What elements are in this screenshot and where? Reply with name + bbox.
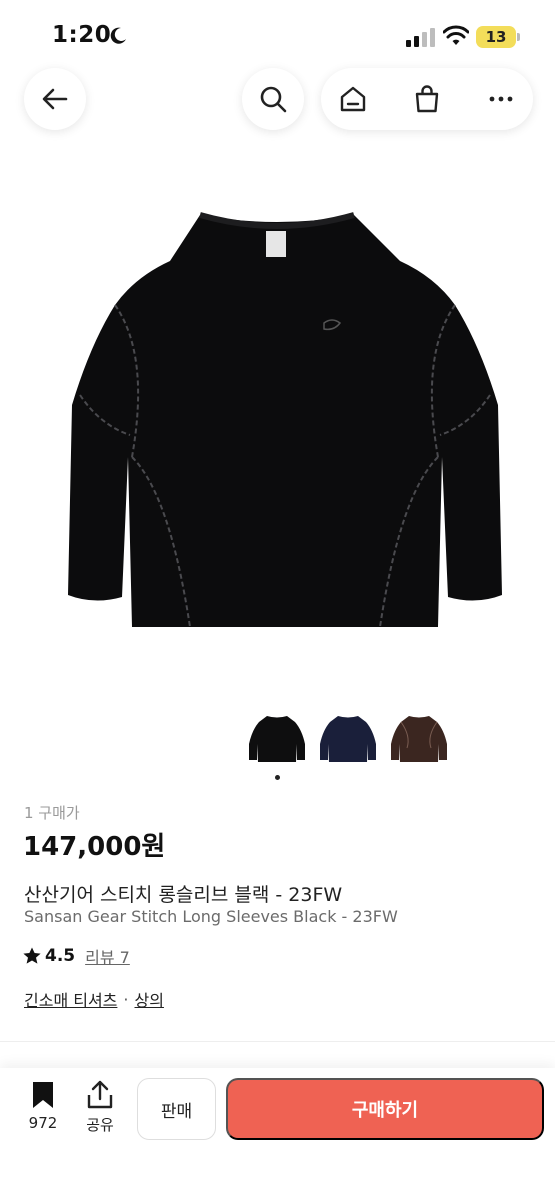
moon-icon [110,27,126,44]
review-link[interactable]: 리뷰 7 [85,944,130,968]
bookmark-icon [33,1082,53,1108]
category-breadcrumb: 긴소매 티셔츠 · 상의 [24,987,164,1011]
back-arrow-icon [42,88,68,110]
rating-value: 4.5 [45,946,76,966]
wifi-icon [443,25,469,45]
status-time: 1:20 [52,22,112,48]
color-thumbnail-navy[interactable] [318,708,378,768]
divider [0,1041,555,1042]
share-label: 공유 [86,1116,114,1134]
purchase-count: 1 구매가 [24,804,80,822]
color-thumbnail-black[interactable] [247,708,307,768]
bookmark-button[interactable]: 972 [20,1080,66,1136]
category-link-secondary[interactable]: 상의 [135,987,164,1011]
product-image[interactable] [40,195,515,655]
shopping-bag-icon [415,85,439,113]
cellular-signal-icon [406,28,435,47]
product-price: 147,000원 [23,832,166,862]
buy-button[interactable]: 구매하기 [226,1078,544,1140]
product-title-en: Sansan Gear Stitch Long Sleeves Black - … [24,907,398,926]
nav-action-group [321,68,533,130]
search-icon [260,86,287,113]
sell-button[interactable]: 판매 [137,1078,216,1140]
product-title-ko: 산산기어 스티치 롱슬리브 블랙 - 23FW [24,884,343,906]
cart-button[interactable] [411,83,443,115]
category-separator: · [123,989,129,1009]
star-icon [23,947,41,964]
more-icon [489,96,513,102]
color-thumbnail-brown[interactable] [389,708,449,768]
battery-tip [517,33,520,41]
battery-indicator: 13 [476,26,516,48]
rating-row: 4.5 리뷰 7 [22,944,130,968]
status-bar: 1:20 13 [0,0,555,70]
back-button[interactable] [24,68,86,130]
bookmark-count: 972 [28,1114,58,1132]
more-button[interactable] [485,83,517,115]
home-icon [340,86,366,112]
home-button[interactable] [337,83,369,115]
share-button[interactable]: 공유 [78,1080,122,1136]
category-link-primary[interactable]: 긴소매 티셔츠 [24,987,117,1011]
image-page-indicator [275,775,280,780]
search-button[interactable] [242,68,304,130]
share-icon [87,1080,113,1109]
